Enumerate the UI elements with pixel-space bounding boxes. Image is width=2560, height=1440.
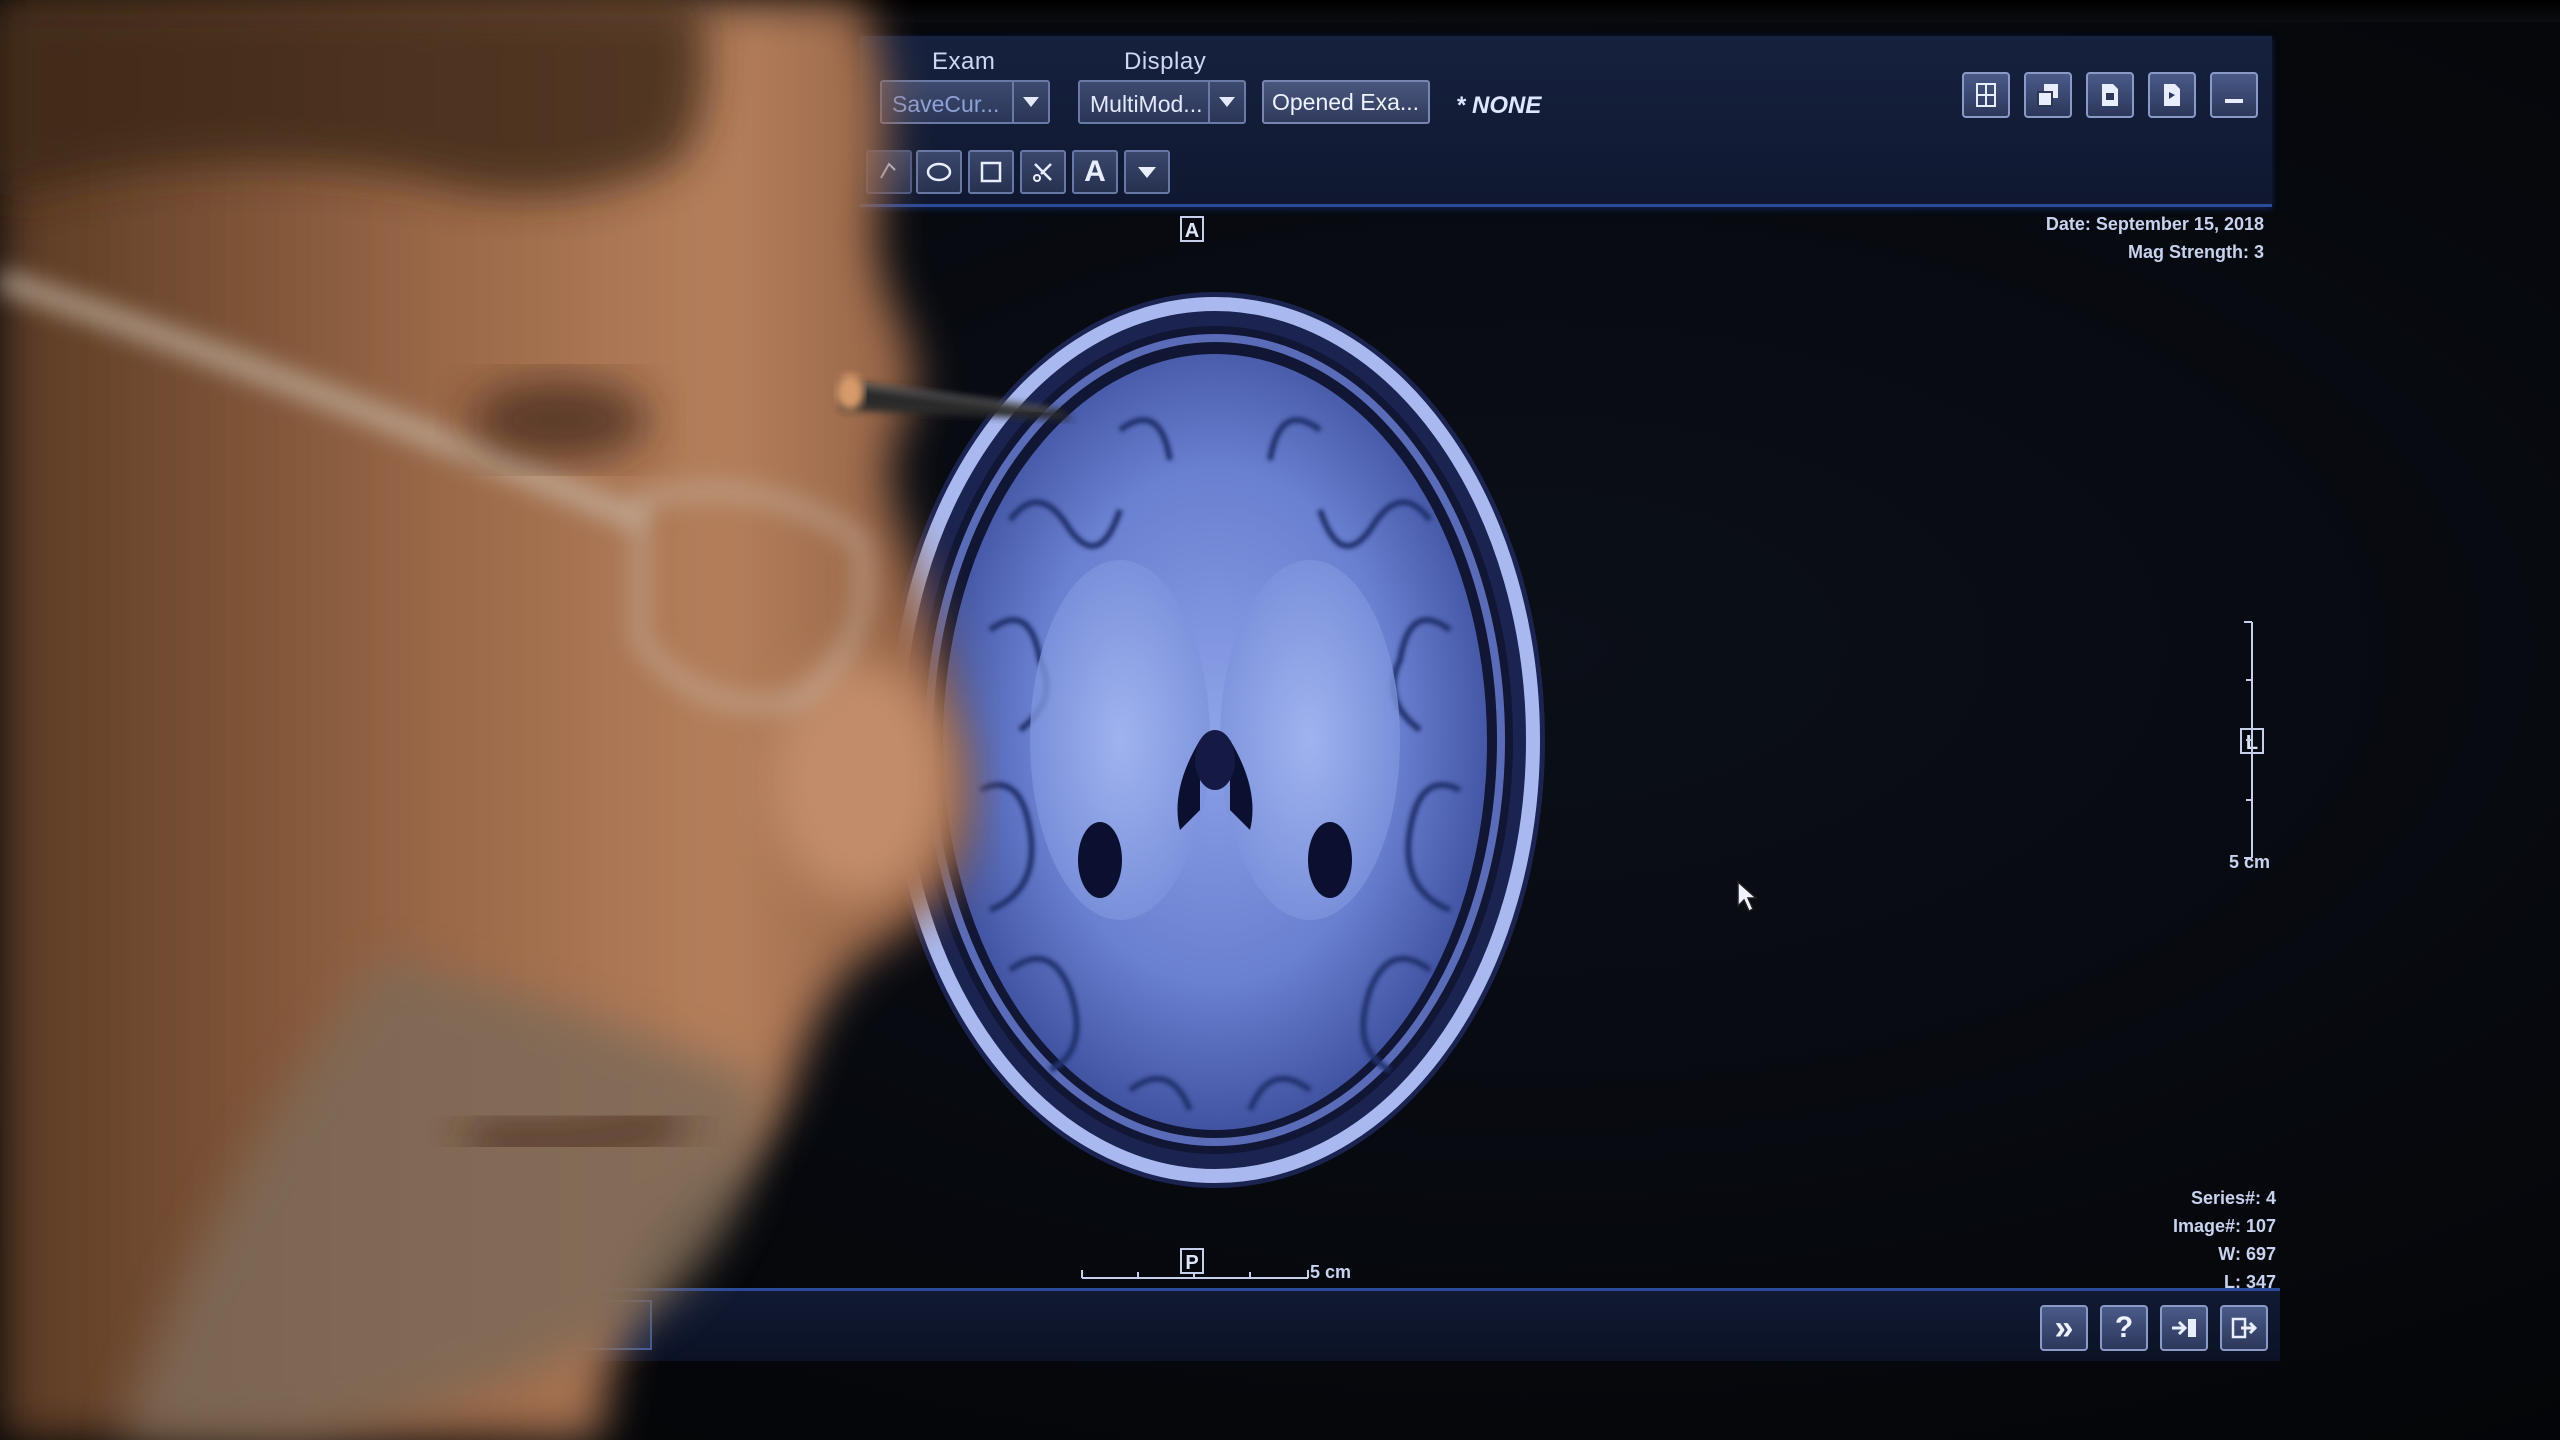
image-number: Image#: 107: [2172, 1216, 2276, 1236]
exit-icon[interactable]: [2220, 1305, 2268, 1351]
copy-icon[interactable]: [2024, 72, 2072, 118]
doc-icon[interactable]: [2086, 72, 2134, 118]
display-group-label: Display: [1124, 48, 1207, 75]
window-width: W: 697: [2218, 1244, 2276, 1264]
horizontal-scale-label: 5 cm: [1310, 1262, 1352, 1282]
viewer-toolbar: Exam Display SaveCur... MultiMod... Open…: [860, 36, 2272, 207]
chevron-down-icon: [1208, 82, 1244, 122]
mag-strength: Mag Strength: 3: [2127, 242, 2264, 262]
person-silhouette: [0, 0, 972, 1440]
series-number: Series#: 4: [2190, 1188, 2276, 1208]
chevron-down-icon: [1012, 82, 1048, 122]
fast-forward-icon[interactable]: »: [2040, 1305, 2088, 1351]
vertical-scale-label: 5 cm: [2228, 852, 2270, 872]
display-select-value: MultiMod...: [1090, 91, 1203, 117]
horizontal-scale-bar: [1081, 1270, 1309, 1279]
opened-exam-button[interactable]: Opened Exa...: [1262, 80, 1430, 124]
vertical-scale-bar: [2244, 621, 2253, 859]
orientation-anterior: A: [1180, 216, 1204, 242]
fast-forward-glyph: »: [2054, 1309, 2074, 1347]
study-date: Date: September 15, 2018: [2045, 214, 2264, 234]
export-icon[interactable]: [2160, 1305, 2208, 1351]
cut-icon[interactable]: [1020, 150, 1066, 194]
help-icon[interactable]: ?: [2100, 1305, 2148, 1351]
display-select[interactable]: MultiMod...: [1078, 80, 1246, 124]
help-glyph: ?: [2114, 1311, 2134, 1344]
more-tools-icon[interactable]: [1124, 150, 1170, 194]
photo-scene: Exam Display SaveCur... MultiMod... Open…: [0, 0, 2560, 1440]
mouse-cursor-icon: [1737, 880, 1758, 913]
text-icon[interactable]: A: [1072, 150, 1118, 194]
minimize-icon[interactable]: [2210, 72, 2258, 118]
none-label: * NONE: [1456, 92, 1542, 119]
page-icon[interactable]: [2148, 72, 2196, 118]
layout-icon[interactable]: [1962, 72, 2010, 118]
pen-tip: [836, 374, 1074, 420]
